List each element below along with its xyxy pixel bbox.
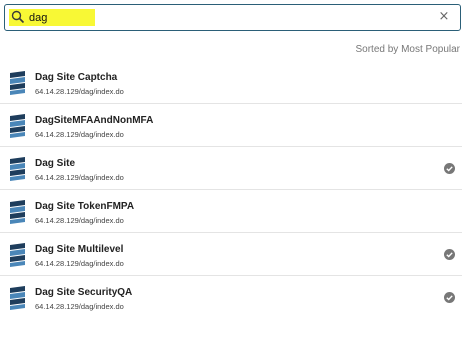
app-icon [10, 286, 25, 310]
result-title: DagSiteMFAAndNonMFA [35, 115, 154, 126]
result-title: Dag Site SecurityQA [35, 287, 133, 298]
results-list: Dag Site Captcha 64.14.28.129/dag/index.… [0, 61, 462, 319]
result-url: 64.14.28.129/dag/index.do [35, 302, 124, 311]
check-circle-icon [444, 292, 455, 303]
search-bar[interactable]: × [4, 4, 461, 31]
result-item[interactable]: Dag Site 64.14.28.129/dag/index.do [0, 147, 462, 190]
result-url: 64.14.28.129/dag/index.do [35, 259, 124, 268]
app-icon [10, 71, 25, 95]
result-item[interactable]: Dag Site SecurityQA 64.14.28.129/dag/ind… [0, 276, 462, 319]
check-circle-icon [444, 249, 455, 260]
search-input[interactable] [27, 8, 407, 27]
app-icon [10, 200, 25, 224]
check-circle-icon [444, 163, 455, 174]
app-icon [10, 157, 25, 181]
result-title: Dag Site Captcha [35, 72, 118, 83]
app-icon [10, 114, 25, 138]
result-title: Dag Site Multilevel [35, 244, 124, 255]
result-item[interactable]: Dag Site Captcha 64.14.28.129/dag/index.… [0, 61, 462, 104]
result-url: 64.14.28.129/dag/index.do [35, 130, 124, 139]
result-item[interactable]: DagSiteMFAAndNonMFA 64.14.28.129/dag/ind… [0, 104, 462, 147]
result-url: 64.14.28.129/dag/index.do [35, 87, 124, 96]
app-icon [10, 243, 25, 267]
result-title: Dag Site [35, 158, 76, 169]
result-url: 64.14.28.129/dag/index.do [35, 173, 124, 182]
sort-label: Sorted by Most Popular [355, 44, 461, 55]
clear-search-button[interactable]: × [436, 8, 452, 26]
search-icon [11, 10, 25, 24]
result-item[interactable]: Dag Site Multilevel 64.14.28.129/dag/ind… [0, 233, 462, 276]
result-title: Dag Site TokenFMPA [35, 201, 135, 212]
result-url: 64.14.28.129/dag/index.do [35, 216, 124, 225]
result-item[interactable]: Dag Site TokenFMPA 64.14.28.129/dag/inde… [0, 190, 462, 233]
